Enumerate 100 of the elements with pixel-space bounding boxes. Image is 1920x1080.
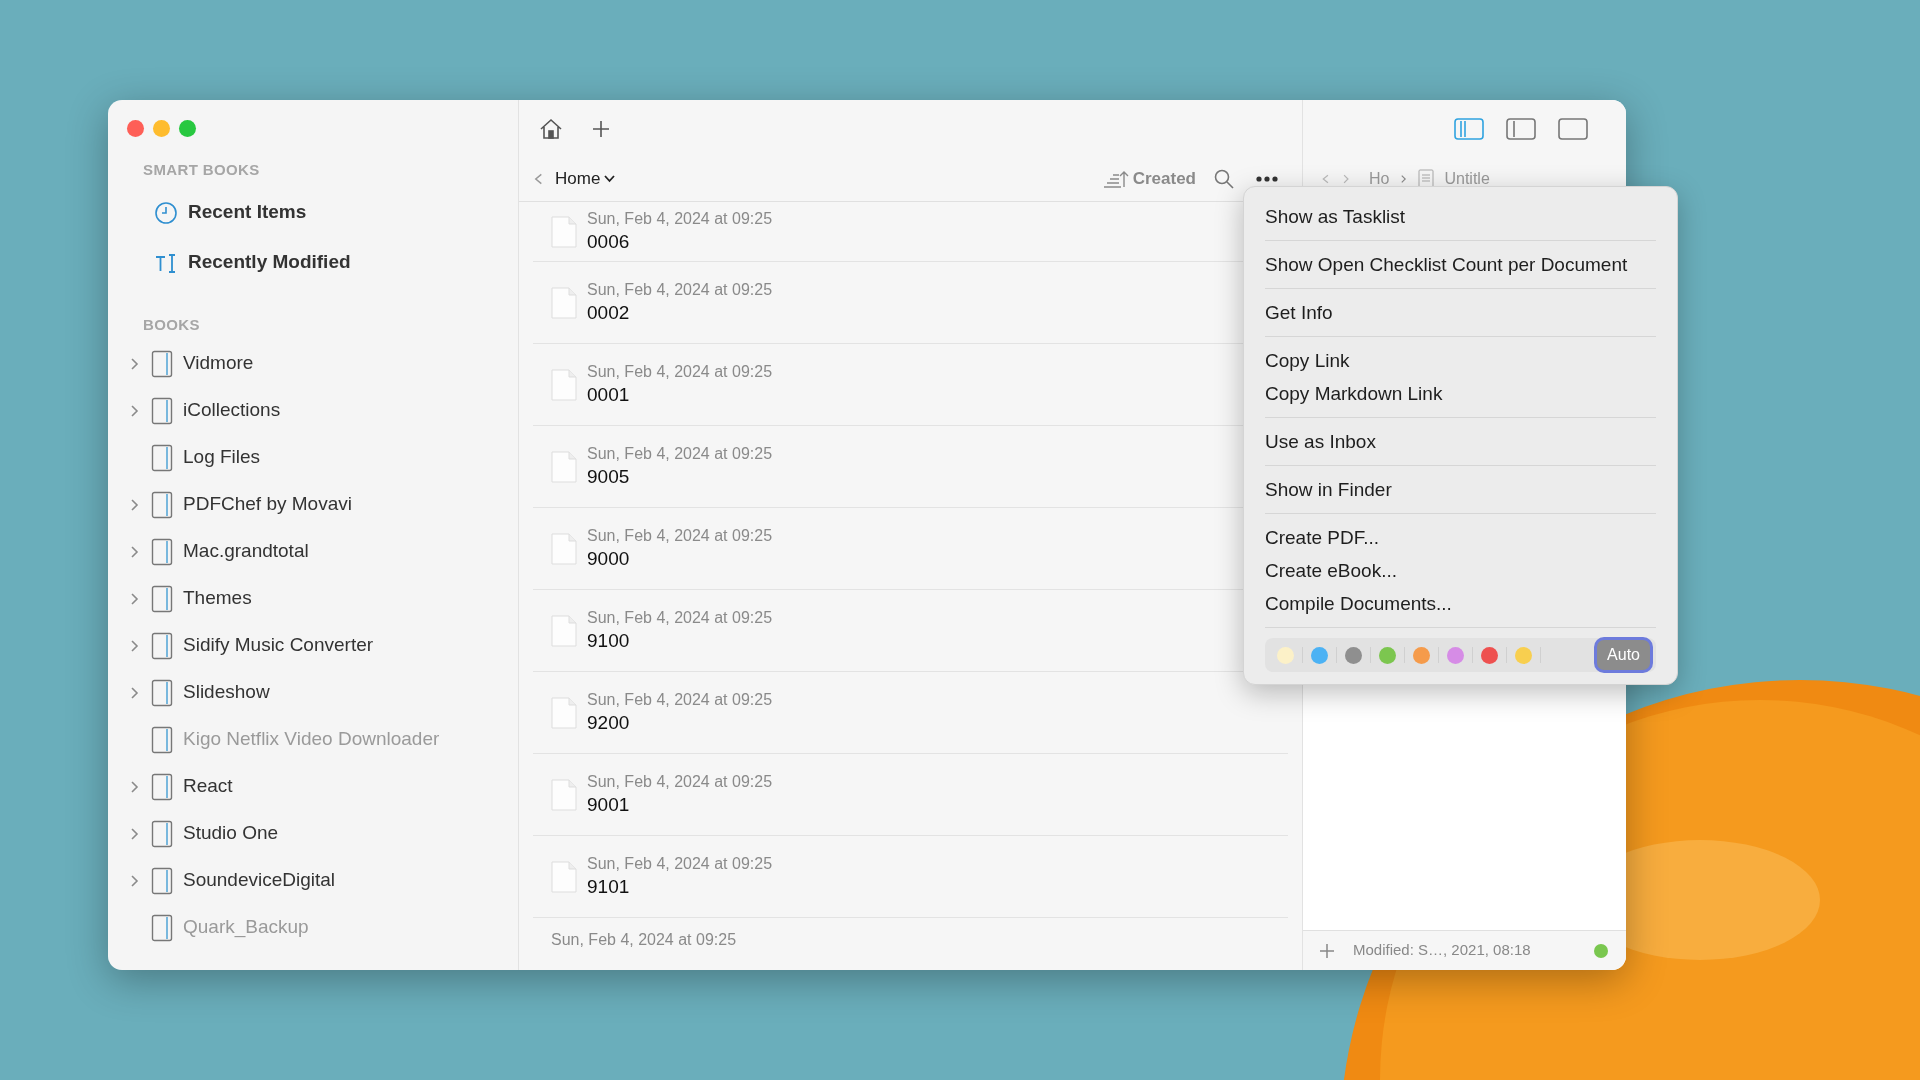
- chevron-icon[interactable]: [128, 685, 141, 700]
- book-icon: [151, 349, 173, 378]
- document-title[interactable]: 0006: [587, 228, 773, 255]
- document-title[interactable]: 0002: [587, 299, 773, 326]
- document-date: Sun, Feb 4, 2024 at 09:25: [587, 525, 773, 546]
- document-title[interactable]: 9101: [587, 873, 773, 900]
- document-date: Sun, Feb 4, 2024 at 09:25: [587, 361, 773, 382]
- document-date: Sun, Feb 4, 2024 at 09:25: [587, 443, 773, 464]
- document-title[interactable]: 9001: [587, 791, 773, 818]
- location-dropdown[interactable]: Home: [555, 165, 616, 192]
- book-icon: [151, 396, 173, 425]
- document-icon: [551, 286, 577, 319]
- menu-item[interactable]: Create PDF...: [1265, 521, 1656, 554]
- sidebar-item[interactable]: SoundeviceDigital: [183, 866, 336, 895]
- sidebar-item[interactable]: iCollections: [183, 396, 281, 425]
- layout-toggle-icon[interactable]: [1558, 118, 1588, 140]
- menu-item[interactable]: Create eBook...: [1265, 554, 1656, 587]
- color-swatch[interactable]: [1515, 646, 1532, 664]
- book-icon: [151, 866, 173, 895]
- document-icon: [551, 368, 577, 401]
- color-swatch[interactable]: [1447, 646, 1464, 664]
- sidebar-item[interactable]: Sidify Music Converter: [183, 631, 374, 660]
- color-swatch[interactable]: [1379, 646, 1396, 664]
- sidebar-item[interactable]: Recent Items: [188, 198, 307, 227]
- chevron-icon[interactable]: [128, 779, 141, 794]
- book-icon: [151, 443, 173, 472]
- book-icon: [151, 725, 173, 754]
- plus-icon[interactable]: [591, 119, 611, 139]
- color-swatch[interactable]: [1311, 646, 1328, 664]
- plus-icon[interactable]: [1319, 942, 1335, 959]
- document-icon: [551, 532, 577, 565]
- document-icon: [551, 778, 577, 811]
- chevron-icon[interactable]: [128, 403, 141, 418]
- document-title[interactable]: 9100: [587, 627, 773, 654]
- close-window-button[interactable]: [127, 120, 144, 137]
- color-swatch[interactable]: [1345, 646, 1362, 664]
- chevron-icon[interactable]: [1341, 172, 1351, 186]
- sidebar-item[interactable]: Studio One: [183, 819, 279, 848]
- sidebar-item[interactable]: Log Files: [183, 443, 261, 472]
- menu-item[interactable]: Copy Link: [1265, 344, 1656, 377]
- sidebar-item[interactable]: Vidmore: [183, 349, 254, 378]
- menu-item[interactable]: Compile Documents...: [1265, 587, 1656, 620]
- document-date: Sun, Feb 4, 2024 at 09:25: [551, 930, 737, 950]
- document-title[interactable]: 0001: [587, 381, 773, 408]
- zoom-window-button[interactable]: [179, 120, 196, 137]
- sidebar-item[interactable]: Mac.grandtotal: [183, 537, 309, 566]
- home-icon[interactable]: [539, 117, 563, 141]
- document-date: Sun, Feb 4, 2024 at 09:25: [587, 607, 773, 628]
- document-icon: [551, 215, 577, 248]
- sidebar-item[interactable]: Themes: [183, 584, 252, 613]
- chevron-icon[interactable]: [128, 873, 141, 888]
- document-title[interactable]: 9000: [587, 545, 773, 572]
- document-icon: [551, 860, 577, 893]
- sidebar-item[interactable]: Recently Modified: [188, 248, 351, 277]
- chevron-icon[interactable]: [128, 826, 141, 841]
- minimize-window-button[interactable]: [153, 120, 170, 137]
- layout-toggle-icon[interactable]: [1454, 118, 1484, 140]
- caret-icon: [604, 174, 616, 183]
- book-icon: [151, 913, 173, 942]
- document-date: Sun, Feb 4, 2024 at 09:25: [587, 689, 773, 710]
- sidebar-item[interactable]: Slideshow: [183, 678, 270, 707]
- modified-status: Modified: S…, 2021, 08:18: [1353, 940, 1531, 961]
- color-swatch[interactable]: [1277, 646, 1294, 664]
- document-icon: [551, 614, 577, 647]
- book-icon: [151, 490, 173, 519]
- chevron-icon[interactable]: [128, 638, 141, 653]
- chevron-icon[interactable]: [128, 356, 141, 371]
- document-date: Sun, Feb 4, 2024 at 09:25: [587, 771, 773, 792]
- book-icon: [151, 772, 173, 801]
- book-icon: [151, 537, 173, 566]
- sidebar-item[interactable]: React: [183, 772, 233, 801]
- search-icon[interactable]: [1214, 168, 1234, 189]
- document-date: Sun, Feb 4, 2024 at 09:25: [587, 279, 773, 300]
- menu-item[interactable]: Get Info: [1265, 296, 1656, 329]
- color-swatch[interactable]: [1481, 646, 1498, 664]
- section-heading: BOOKS: [142, 314, 201, 335]
- document-icon: [551, 450, 577, 483]
- clock-icon: [154, 200, 178, 225]
- chevron-icon[interactable]: [128, 497, 141, 512]
- chevron-icon[interactable]: [1399, 173, 1409, 185]
- menu-item[interactable]: Copy Markdown Link: [1265, 377, 1656, 410]
- book-icon: [151, 819, 173, 848]
- document-date: Sun, Feb 4, 2024 at 09:25: [587, 853, 773, 874]
- document-title[interactable]: 9200: [587, 709, 773, 736]
- more-icon[interactable]: [1256, 175, 1278, 182]
- color-swatch[interactable]: [1413, 646, 1430, 664]
- document-icon: [551, 696, 577, 729]
- document-title[interactable]: 9005: [587, 463, 773, 490]
- menu-item[interactable]: Use as Inbox: [1265, 425, 1656, 458]
- menu-item[interactable]: Show as Tasklist: [1265, 200, 1656, 233]
- menu-item[interactable]: Show in Finder: [1265, 473, 1656, 506]
- chevron-icon[interactable]: [1321, 172, 1331, 186]
- sidebar-item[interactable]: PDFChef by Movavi: [183, 490, 352, 519]
- sort-icon: [1102, 169, 1129, 188]
- menu-item[interactable]: Show Open Checklist Count per Document: [1265, 248, 1656, 281]
- layout-toggle-icon[interactable]: [1506, 118, 1536, 140]
- chevron-icon[interactable]: [128, 591, 141, 606]
- chevron-icon[interactable]: [128, 544, 141, 559]
- section-heading: SMART BOOKS: [142, 160, 261, 180]
- document-date: Sun, Feb 4, 2024 at 09:25: [587, 208, 773, 229]
